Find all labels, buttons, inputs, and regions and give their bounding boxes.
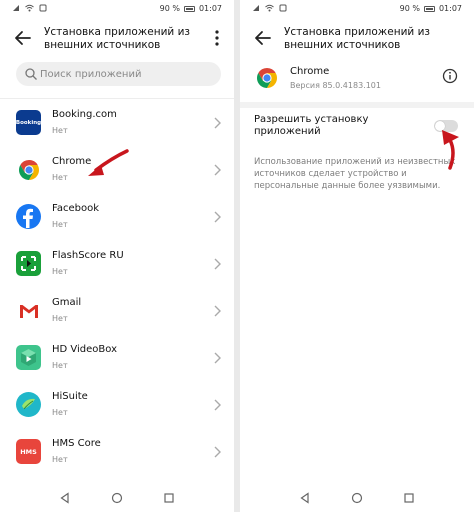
app-status: Нет bbox=[52, 408, 68, 417]
status-icons bbox=[12, 4, 47, 12]
right-screen: 90 % 01:07 Установка приложений из внешн… bbox=[240, 0, 474, 512]
app-bar: Установка приложений из внешних источник… bbox=[0, 18, 234, 60]
back-arrow-icon[interactable] bbox=[252, 27, 274, 49]
back-arrow-icon[interactable] bbox=[12, 27, 34, 49]
nav-recents-icon[interactable] bbox=[163, 492, 175, 504]
hms-logo-text: HMS bbox=[20, 447, 37, 456]
setting-label: Разрешить установку приложений bbox=[254, 114, 369, 137]
section-separator bbox=[240, 102, 474, 108]
app-version: Версия 85.0.4183.101 bbox=[290, 81, 381, 90]
clock: 01:07 bbox=[198, 4, 222, 13]
nav-back-icon[interactable] bbox=[299, 492, 311, 504]
app-status: Нет bbox=[52, 455, 68, 464]
app-status: Нет bbox=[52, 126, 68, 135]
wifi-icon bbox=[265, 4, 274, 12]
toggle-knob bbox=[435, 121, 445, 131]
battery-icon bbox=[423, 5, 435, 12]
page-title: Установка приложений из внешних источник… bbox=[44, 26, 190, 51]
chrome-icon bbox=[16, 157, 41, 182]
search-bar[interactable] bbox=[16, 62, 221, 86]
app-name: HMS Core bbox=[52, 438, 101, 449]
app-name: Chrome bbox=[290, 66, 330, 77]
app-status: Нет bbox=[52, 173, 68, 182]
chevron-right-icon bbox=[214, 305, 221, 317]
chevron-right-icon bbox=[214, 258, 221, 270]
chevron-right-icon bbox=[214, 211, 221, 223]
chevron-right-icon bbox=[214, 117, 221, 129]
nav-recents-icon[interactable] bbox=[403, 492, 415, 504]
chevron-right-icon bbox=[214, 399, 221, 411]
app-row-hms-core[interactable]: HMS HMS Core Нет bbox=[0, 428, 234, 475]
app-name: HiSuite bbox=[52, 391, 88, 402]
app-status: Нет bbox=[52, 267, 68, 276]
hd-videobox-icon bbox=[16, 345, 41, 370]
allow-install-toggle[interactable] bbox=[434, 120, 458, 132]
sim-icon bbox=[253, 5, 259, 11]
app-header: Chrome Версия 85.0.4183.101 bbox=[240, 62, 474, 98]
gmail-icon bbox=[16, 298, 41, 323]
status-icons bbox=[252, 4, 287, 12]
app-status: Нет bbox=[52, 220, 68, 229]
app-status: Нет bbox=[52, 314, 68, 323]
info-icon[interactable] bbox=[442, 68, 458, 84]
status-bar: 90 % 01:07 bbox=[0, 0, 234, 18]
left-screen: 90 % 01:07 Установка приложений из внешн… bbox=[0, 0, 234, 512]
app-row-facebook[interactable]: Facebook Нет bbox=[0, 193, 234, 240]
chrome-icon bbox=[257, 68, 277, 88]
app-name: Gmail bbox=[52, 297, 82, 308]
notification-icon bbox=[279, 4, 287, 12]
app-name: Booking.com bbox=[52, 109, 117, 120]
hms-core-icon: HMS bbox=[16, 439, 41, 464]
notification-icon bbox=[39, 4, 47, 12]
app-row-hisuite[interactable]: HiSuite Нет bbox=[0, 381, 234, 428]
system-nav-bar bbox=[240, 484, 474, 512]
app-row-gmail[interactable]: Gmail Нет bbox=[0, 287, 234, 334]
flashscore-icon bbox=[16, 251, 41, 276]
facebook-icon bbox=[16, 204, 41, 229]
chevron-right-icon bbox=[214, 164, 221, 176]
chevron-right-icon bbox=[214, 352, 221, 364]
app-status: Нет bbox=[52, 361, 68, 370]
booking-logo-text: Booking bbox=[15, 119, 42, 126]
battery-percent: 90 % bbox=[399, 4, 420, 13]
warning-description: Использование приложений из неизвестных … bbox=[254, 157, 456, 191]
nav-home-icon[interactable] bbox=[111, 492, 123, 504]
system-nav-bar bbox=[0, 484, 234, 512]
battery-percent: 90 % bbox=[159, 4, 180, 13]
app-name: Facebook bbox=[52, 203, 99, 214]
app-name: FlashScore RU bbox=[52, 250, 124, 261]
app-name: HD VideoBox bbox=[52, 344, 118, 355]
nav-back-icon[interactable] bbox=[59, 492, 71, 504]
app-row-chrome[interactable]: Chrome Нет bbox=[0, 146, 234, 193]
search-icon bbox=[25, 68, 37, 80]
booking-icon: Booking bbox=[16, 110, 41, 135]
nav-home-icon[interactable] bbox=[351, 492, 363, 504]
wifi-icon bbox=[25, 4, 34, 12]
app-row-flashscore[interactable]: FlashScore RU Нет bbox=[0, 240, 234, 287]
app-row-booking[interactable]: Booking Booking.com Нет bbox=[0, 99, 234, 146]
allow-install-setting[interactable]: Разрешить установку приложений bbox=[240, 112, 474, 152]
app-row-hd-videobox[interactable]: HD VideoBox Нет bbox=[0, 334, 234, 381]
more-options-icon[interactable] bbox=[210, 28, 224, 48]
search-input[interactable] bbox=[40, 62, 210, 86]
sim-icon bbox=[13, 5, 19, 11]
hisuite-icon bbox=[16, 392, 41, 417]
app-bar: Установка приложений из внешних источник… bbox=[240, 18, 474, 60]
battery-icon bbox=[183, 5, 195, 12]
app-name: Chrome bbox=[52, 156, 92, 167]
clock: 01:07 bbox=[438, 4, 462, 13]
chevron-right-icon bbox=[214, 446, 221, 458]
page-title: Установка приложений из внешних источник… bbox=[284, 26, 430, 51]
status-bar: 90 % 01:07 bbox=[240, 0, 474, 18]
